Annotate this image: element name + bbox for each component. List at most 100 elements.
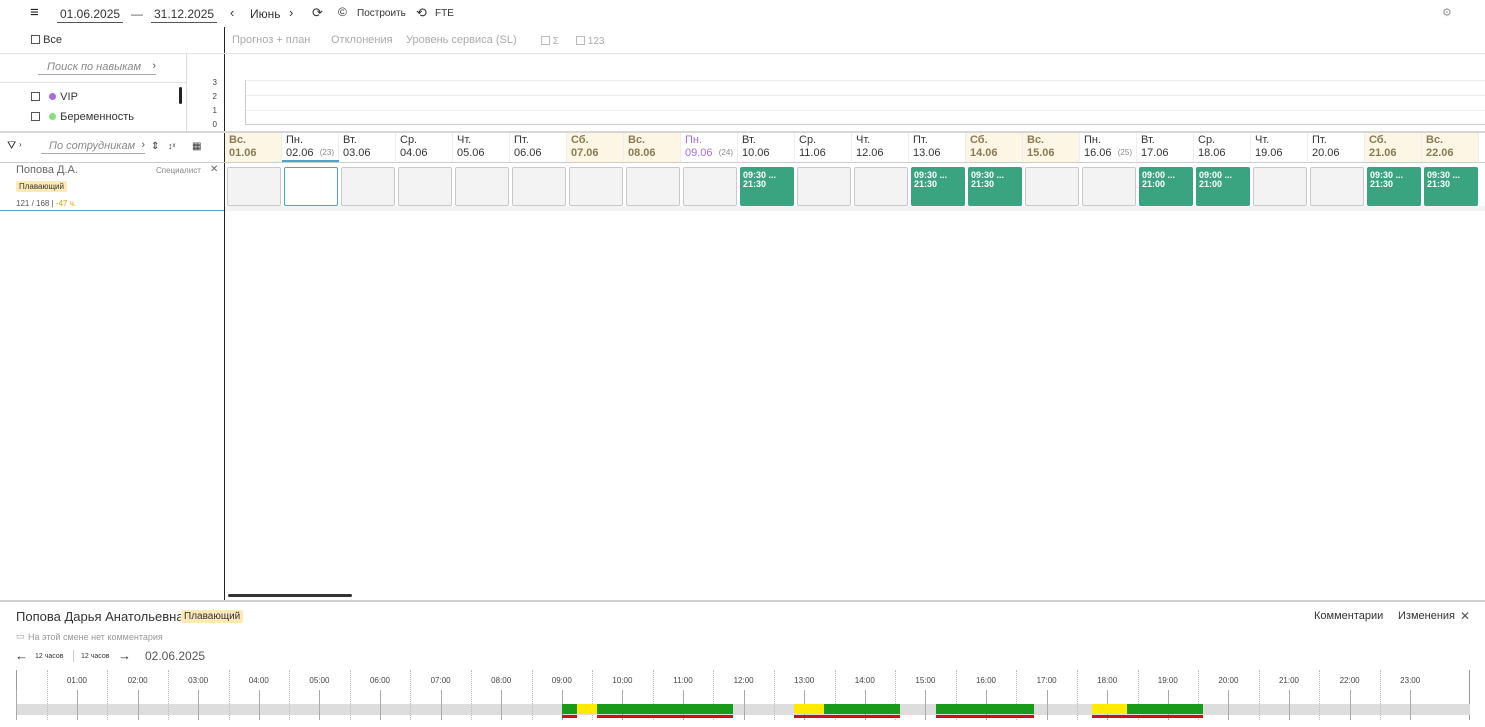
day-header-cell[interactable]: Вт. 10.06 [738,133,795,162]
horizontal-scrollbar[interactable] [228,594,352,597]
menu-icon[interactable]: ≡ [30,4,39,21]
schedule-cell[interactable] [1310,167,1364,206]
day-header-cell[interactable]: Вс. 15.06 [1023,133,1080,162]
shift-cell[interactable]: 09:30 ... 21:30 [1424,167,1478,206]
date-to-input[interactable]: 31.12.2025 [151,7,218,23]
timeline-segment[interactable] [561,704,577,714]
fte-icon[interactable]: ⟲ [416,5,427,21]
shift-cell[interactable]: 09:30 ... 21:30 [740,167,794,206]
timeline-segment[interactable] [935,704,1035,714]
shift-end: 21:30 [1427,179,1451,189]
schedule-cell[interactable] [455,167,509,206]
timeline-segment[interactable] [1127,704,1204,714]
schedule-cell[interactable] [1082,167,1136,206]
sort-clear-icon[interactable]: ↕ˣ [168,141,175,151]
checkbox[interactable] [31,35,40,44]
schedule-cell[interactable] [854,167,908,206]
day-header-cell[interactable]: Вс. 22.06 [1422,133,1479,162]
day-header-cell[interactable]: Ср. 04.06 [396,133,453,162]
timeline-segment[interactable] [824,704,901,714]
day-header-cell[interactable]: Вс. 08.06 [624,133,681,162]
select-all-label: Все [43,34,63,46]
skill-search-input[interactable]: Поиск по навыкам › [38,60,156,75]
sum-toggle[interactable]: Σ [541,36,559,47]
timeline-segment[interactable] [1092,704,1128,714]
build-icon[interactable]: © [338,5,347,19]
timeline-segment[interactable] [794,704,825,714]
checkbox[interactable] [541,36,550,45]
shift-cell[interactable]: 09:30 ... 21:30 [911,167,965,206]
day-header-cell[interactable]: Пт. 06.06 [510,133,567,162]
day-header-cell[interactable]: Чт. 19.06 [1251,133,1308,162]
schedule-cell[interactable] [569,167,623,206]
schedule-cell[interactable] [626,167,680,206]
checkbox[interactable] [31,112,40,121]
day-name: Чт. [856,134,871,146]
divider [0,600,1485,602]
close-icon[interactable]: ✕ [1460,609,1470,623]
day-header-cell[interactable]: Сб. 07.06 [567,133,624,162]
day-header-cell[interactable]: Пн. 02.06 (23) [282,133,339,162]
day-header-cell[interactable]: Пт. 20.06 [1308,133,1365,162]
prev-hours[interactable]: 12 часов [35,653,63,660]
scrollbar-thumb[interactable] [179,87,182,104]
shift-cell[interactable]: 09:30 ... 21:30 [968,167,1022,206]
comments-button[interactable]: Комментарии [1314,610,1383,622]
sort-icon[interactable]: ⇕ [151,141,159,152]
employee-row[interactable]: Попова Д.А. Специалист ✕ Плавающий 121 /… [0,163,224,211]
day-header-cell[interactable]: Вс. 01.06 [225,133,282,162]
schedule-cell[interactable] [227,167,281,206]
schedule-cell[interactable] [512,167,566,206]
date-from-input[interactable]: 01.06.2025 [57,7,124,23]
schedule-cell[interactable] [683,167,737,206]
checkbox[interactable] [576,36,585,45]
schedule-cell[interactable] [398,167,452,206]
day-header-cell[interactable]: Пт. 13.06 [909,133,966,162]
day-header-cell[interactable]: Пн. 09.06 (24) [681,133,738,162]
day-header-cell[interactable]: Вт. 17.06 [1137,133,1194,162]
day-header-cell[interactable]: Сб. 14.06 [966,133,1023,162]
close-icon[interactable]: ✕ [210,164,218,175]
arrow-left-icon[interactable]: ← [15,648,28,663]
hour-tick [743,690,745,720]
calendar-icon[interactable]: ▦ [192,141,201,152]
timeline-segment[interactable] [576,704,598,714]
shift-end: 21:30 [1370,179,1394,189]
day-header-cell[interactable]: Чт. 05.06 [453,133,510,162]
checkbox[interactable] [31,92,40,101]
schedule-cell[interactable] [341,167,395,206]
arrow-right-icon[interactable]: → [118,648,131,663]
next-hours[interactable]: 12 часов [81,653,109,660]
employee-search-input[interactable]: По сотрудникам › [41,139,145,154]
day-header-cell[interactable]: Ср. 11.06 [795,133,852,162]
tab-service-level[interactable]: Уровень сервиса (SL) [406,34,517,46]
fte-button[interactable]: FTE [435,8,454,19]
skill-item-vip[interactable]: VIP [31,91,78,103]
shift-cell[interactable]: 09:00 ... 21:00 [1139,167,1193,206]
skill-item-pregnancy[interactable]: Беременность [31,111,134,123]
shift-cell[interactable]: 09:00 ... 21:00 [1196,167,1250,206]
next-month-icon[interactable]: › [289,5,293,20]
settings-icon[interactable]: ⚙ [1442,6,1452,19]
num-toggle[interactable]: 123 [576,36,604,47]
filter-icon[interactable]: ⛛ [7,140,16,153]
tab-deviations[interactable]: Отклонения [331,34,393,46]
build-button[interactable]: Построить [357,8,406,19]
select-all[interactable]: Все [31,34,62,46]
schedule-cell[interactable] [1025,167,1079,206]
refresh-icon[interactable]: ⟳ [312,5,323,21]
prev-month-icon[interactable]: ‹ [230,5,234,20]
schedule-cell[interactable] [797,167,851,206]
schedule-cell[interactable] [284,167,338,206]
shift-cell[interactable]: 09:30 ... 21:30 [1367,167,1421,206]
day-header-cell[interactable]: Чт. 12.06 [852,133,909,162]
day-header-cell[interactable]: Ср. 18.06 [1194,133,1251,162]
chevron-down-icon[interactable]: › [19,140,22,149]
tab-forecast[interactable]: Прогноз + план [232,34,310,46]
changes-button[interactable]: Изменения [1398,610,1455,622]
timeline-segment[interactable] [597,704,734,714]
day-header-cell[interactable]: Сб. 21.06 [1365,133,1422,162]
day-header-cell[interactable]: Пн. 16.06 (25) [1080,133,1137,162]
schedule-cell[interactable] [1253,167,1307,206]
day-header-cell[interactable]: Вт. 03.06 [339,133,396,162]
